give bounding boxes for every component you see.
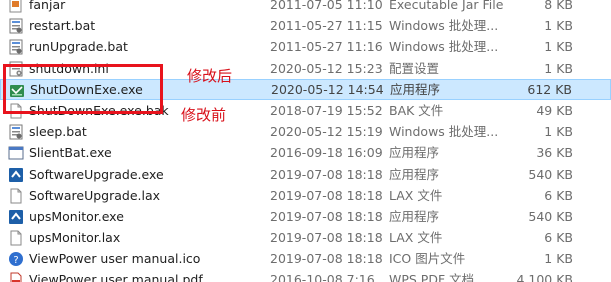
file-size: 1 KB [544,60,573,76]
file-name: SoftwareUpgrade.lax [29,187,161,203]
file-date-modified: 2019-07-08 18:18 [270,251,383,267]
file-size: 1 KB [544,18,573,34]
file-size: 6 KB [544,230,573,246]
svg-text:?: ? [13,255,18,266]
file-name: SlientBat.exe [29,145,112,161]
file-row[interactable]: fanjar 2011-07-05 11:10 Executable Jar Fil… [0,0,611,15]
file-size: 540 KB [528,208,573,224]
file-date-modified: 2018-07-19 15:52 [270,102,383,118]
file-size: 1 KB [544,124,573,140]
file-row[interactable]: SoftwareUpgrade.exe 2019-07-08 18:18 应用程序 5… [0,164,611,185]
file-type: Windows 批处理... [389,124,499,140]
annotation-after: 修改后 [187,67,233,85]
red-highlight-box [3,64,163,114]
file-size: 612 KB [527,81,572,97]
file-type: Windows 批处理... [389,39,499,55]
app-window-icon [8,145,24,161]
file-row[interactable]: runUpgrade.bat 2011-05-27 11:16 Windows 批处… [0,36,611,57]
file-type: 配置设置 [389,60,440,76]
file-date-modified: 2011-07-05 11:10 [270,0,383,12]
file-date-modified: 2016-10-08 7:16 [270,272,375,282]
batch-file-icon [8,39,24,55]
batch-file-icon [8,18,24,34]
file-type: 应用程序 [389,208,440,224]
upgrade-app-icon [8,167,24,183]
pdf-file-icon [8,272,24,282]
file-date-modified: 2020-05-12 14:54 [271,81,384,97]
jar-file-icon [8,0,24,13]
file-type: WPS PDF 文档 [389,272,475,282]
file-name: ViewPower user manual.pdf [29,272,203,282]
file-type: 应用程序 [389,145,440,161]
file-size: 1 KB [544,251,573,267]
file-size: 4,100 KB [516,272,573,282]
file-size: 1 KB [544,39,573,55]
file-list: fanjar 2011-07-05 11:10 Executable Jar Fil… [0,0,611,282]
file-size: 36 KB [536,145,573,161]
file-type: 应用程序 [389,166,440,182]
file-date-modified: 2019-07-08 18:18 [270,230,383,246]
file-row[interactable]: SoftwareUpgrade.lax 2019-07-08 18:18 LAX 文… [0,185,611,206]
file-type: ICO 图片文件 [389,251,466,267]
file-row[interactable]: SlientBat.exe 2016-09-18 16:09 应用程序 36 KB [0,142,611,163]
blank-file-icon [8,188,24,204]
file-size: 540 KB [528,166,573,182]
file-date-modified: 2016-09-18 16:09 [270,145,383,161]
file-date-modified: 2019-07-08 18:18 [270,166,383,182]
file-name: runUpgrade.bat [29,39,128,55]
blank-file-icon [8,230,24,246]
file-row[interactable]: upsMonitor.exe 2019-07-08 18:18 应用程序 540 KB [0,206,611,227]
file-type: LAX 文件 [389,230,443,246]
file-size: 8 KB [544,0,573,12]
file-name: SoftwareUpgrade.exe [29,166,164,182]
file-name: restart.bat [29,18,96,34]
file-type: Windows 批处理... [389,18,499,34]
file-size: 49 KB [536,102,573,118]
file-row[interactable]: upsMonitor.lax 2019-07-08 18:18 LAX 文件 6 KB [0,227,611,248]
file-type: BAK 文件 [389,102,444,118]
help-ico-icon: ? [8,251,24,267]
file-row[interactable]: restart.bat 2011-05-27 11:15 Windows 批处理..… [0,15,611,36]
file-date-modified: 2019-07-08 18:18 [270,208,383,224]
file-row[interactable]: ? ViewPower user manual.ico 2019-07-08 18:… [0,248,611,269]
file-row[interactable]: sleep.bat 2020-05-12 15:19 Windows 批处理... 1… [0,121,611,142]
batch-file-icon [8,124,24,140]
file-name: sleep.bat [29,124,87,140]
upgrade-app-icon [8,209,24,225]
file-size: 6 KB [544,187,573,203]
file-date-modified: 2011-05-27 11:15 [270,18,383,34]
file-date-modified: 2011-05-27 11:16 [270,39,383,55]
file-name: upsMonitor.exe [29,208,124,224]
file-type: LAX 文件 [389,187,443,203]
annotation-before: 修改前 [181,106,227,124]
file-name: upsMonitor.lax [29,230,121,246]
file-name: ViewPower user manual.ico [29,251,201,267]
file-type: 应用程序 [390,81,441,97]
file-date-modified: 2019-07-08 18:18 [270,187,383,203]
file-date-modified: 2020-05-12 15:23 [270,60,383,76]
file-name: fanjar [29,0,66,12]
file-date-modified: 2020-05-12 15:19 [270,124,383,140]
file-row[interactable]: ViewPower user manual.pdf 2016-10-08 7:16… [0,269,611,282]
file-type: Executable Jar File [389,0,504,12]
